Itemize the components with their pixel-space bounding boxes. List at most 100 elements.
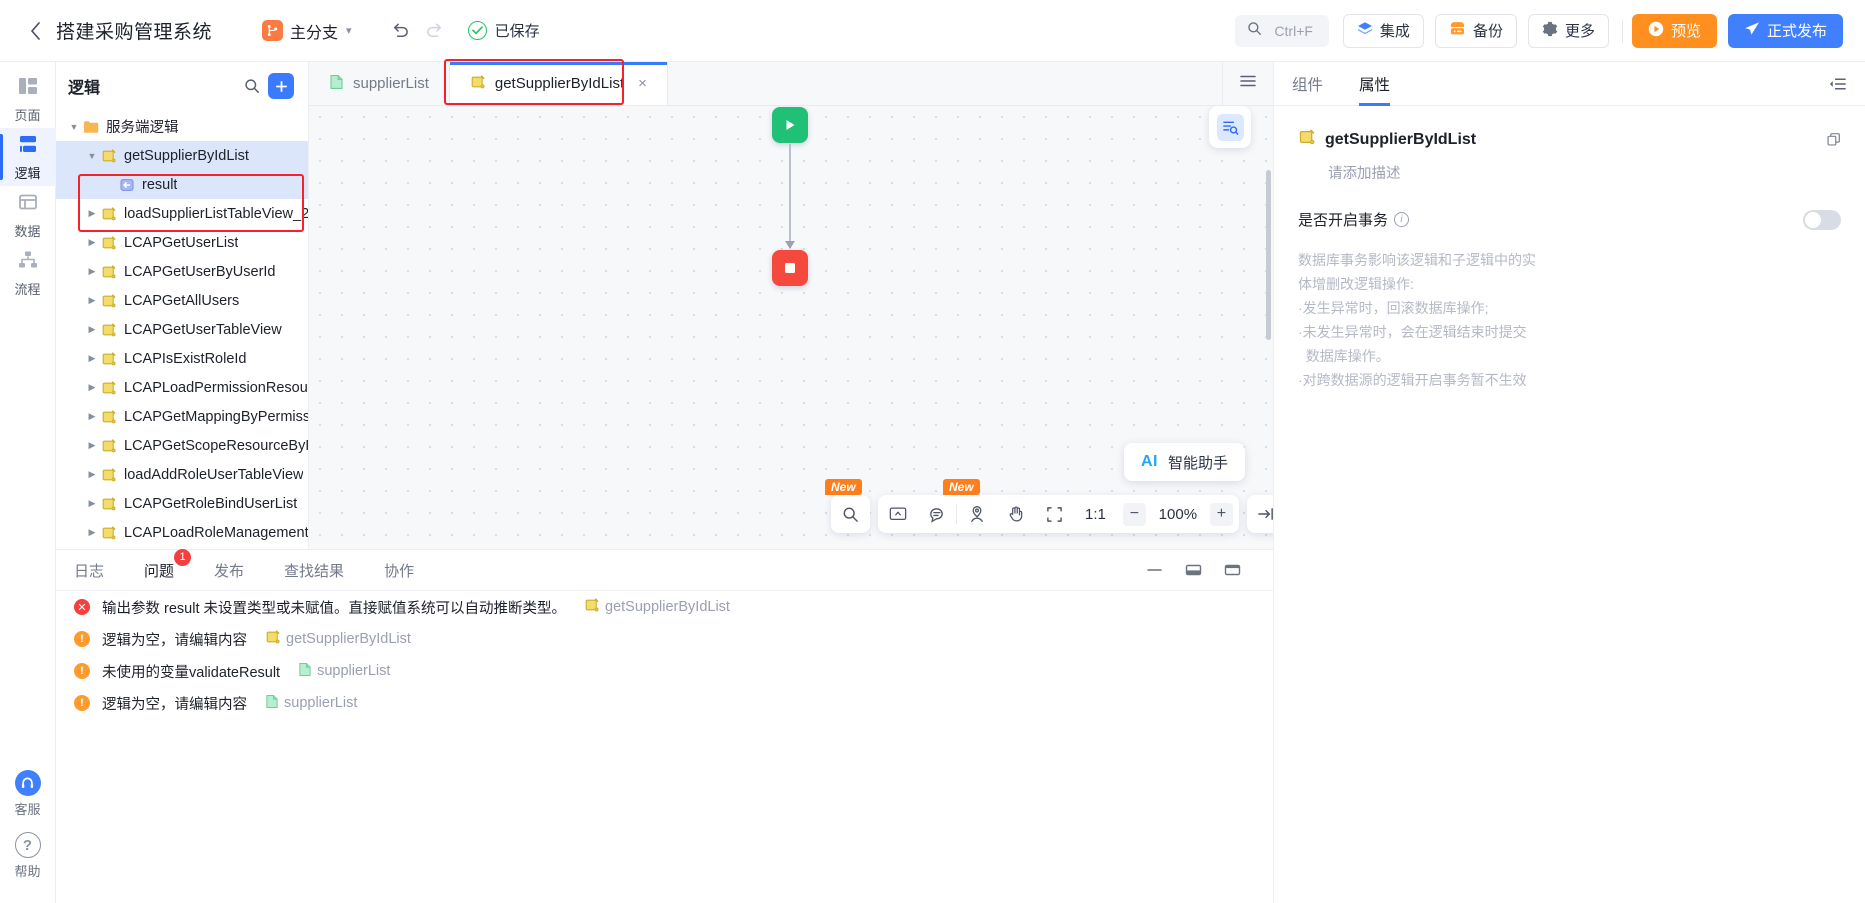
back-icon[interactable] — [22, 18, 48, 44]
twisty-icon[interactable]: ▶ — [84, 237, 100, 248]
tab-properties[interactable]: 属性 — [1359, 62, 1391, 106]
snapshot-icon[interactable] — [878, 495, 917, 533]
tree-item-LCAPGetScopeResourceByRoleI[interactable]: ▶ LCAPGetScopeResourceByRoleI — [56, 431, 308, 460]
tree-item-label: result — [142, 176, 178, 193]
tree-item-LCAPLoadPermissionResourceL[interactable]: ▶ LCAPLoadPermissionResourceL — [56, 373, 308, 402]
undo-icon[interactable] — [384, 14, 418, 48]
tree-item-服务端逻辑[interactable]: ▼ 服务端逻辑 — [56, 112, 308, 141]
sidebar-item-support[interactable]: 客服 — [0, 765, 56, 823]
twisty-icon[interactable]: ▶ — [84, 208, 100, 219]
sidebar-item-flow-label: 流程 — [14, 281, 41, 297]
bottom-tab-协作[interactable]: 协作 — [384, 560, 414, 581]
twisty-icon[interactable]: ▶ — [84, 440, 100, 451]
warning-icon: ! — [74, 695, 90, 711]
tree-item-LCAPLoadRoleManagementTab[interactable]: ▶ LCAPLoadRoleManagementTab — [56, 518, 308, 547]
twisty-icon[interactable]: ▼ — [84, 151, 100, 161]
tab-getSupplierByIdList[interactable]: getSupplierByIdList × — [449, 62, 668, 105]
twisty-icon[interactable]: ▶ — [84, 411, 100, 422]
sidebar-item-flow[interactable]: 流程 — [0, 244, 56, 302]
minimize-icon[interactable] — [1146, 565, 1163, 575]
redo-icon[interactable] — [418, 14, 452, 48]
canvas-vertical-scrollbar[interactable] — [1266, 170, 1271, 340]
end-node[interactable] — [772, 250, 808, 286]
fit-screen-icon[interactable] — [1035, 495, 1074, 533]
twisty-icon[interactable]: ▶ — [84, 382, 100, 393]
sidebar-item-pages[interactable]: 页面 — [0, 70, 56, 128]
tree-item-label: LCAPGetScopeResourceByRoleI — [124, 437, 308, 454]
tree-item-LCAPIsExistRoleId[interactable]: ▶ LCAPIsExistRoleId — [56, 344, 308, 373]
canvas-bottom-toolbar: New New 1:1 − 100% + — [825, 479, 1273, 533]
panel-collapse-icon[interactable] — [1828, 76, 1847, 92]
tree-item-LCAPGetUserList[interactable]: ▶ LCAPGetUserList — [56, 228, 308, 257]
twisty-icon[interactable]: ▼ — [66, 122, 82, 132]
issue-reference[interactable]: getSupplierByIdList — [584, 597, 730, 617]
restore-icon[interactable] — [1185, 564, 1202, 576]
search-icon[interactable] — [244, 78, 260, 94]
twisty-icon[interactable]: ▶ — [84, 324, 100, 335]
ai-assistant-button[interactable]: AI 智能助手 — [1123, 443, 1245, 481]
tree-item-LCAPGetUserTableView[interactable]: ▶ LCAPGetUserTableView — [56, 315, 308, 344]
sidebar-item-logic[interactable]: 逻辑 — [0, 128, 56, 186]
tree-item-LCAPGetMappingByPermission[interactable]: ▶ LCAPGetMappingByPermission — [56, 402, 308, 431]
tree-item-getSupplierByIdList[interactable]: ▼ getSupplierByIdList — [56, 141, 308, 170]
transaction-toggle[interactable] — [1803, 209, 1841, 230]
more-button[interactable]: 更多 — [1527, 13, 1609, 48]
issue-row[interactable]: ! 未使用的变量validateResult supplierList — [56, 655, 1273, 687]
page-title: 搭建采购管理系统 — [56, 22, 213, 43]
tree-item-loadAddRoleUserTableView[interactable]: ▶ loadAddRoleUserTableView — [56, 460, 308, 489]
tree-item-LCAPGetUserByUserId[interactable]: ▶ LCAPGetUserByUserId — [56, 257, 308, 286]
issue-reference[interactable]: supplierList — [298, 662, 390, 681]
tree-item-result[interactable]: result — [56, 170, 308, 199]
maximize-icon[interactable] — [1224, 564, 1241, 576]
comment-icon[interactable] — [917, 495, 956, 533]
collapse-right-icon[interactable] — [1247, 495, 1273, 533]
sidebar-item-pages-label: 页面 — [14, 107, 41, 123]
sidebar-item-data[interactable]: 数据 — [0, 186, 56, 244]
zoom-ratio-button[interactable]: 1:1 — [1074, 506, 1117, 523]
tabs-list-button[interactable] — [1222, 62, 1273, 105]
description-field[interactable]: 请添加描述 — [1328, 162, 1841, 183]
issue-reference[interactable]: supplierList — [265, 694, 357, 713]
branch-selector[interactable]: 主分支 ▾ — [262, 19, 352, 43]
issue-reference[interactable]: getSupplierByIdList — [265, 629, 411, 649]
search-input[interactable]: Ctrl+F — [1235, 14, 1329, 47]
locate-user-icon[interactable] — [957, 495, 996, 533]
minimap-toggle-button[interactable] — [1209, 106, 1251, 148]
twisty-icon[interactable]: ▶ — [84, 266, 100, 277]
tree-item-LCAPGetAllUsers[interactable]: ▶ LCAPGetAllUsers — [56, 286, 308, 315]
sidebar-item-help[interactable]: ? 帮助 — [0, 827, 56, 885]
twisty-icon[interactable]: ▶ — [84, 295, 100, 306]
backup-button[interactable]: 备份 — [1434, 13, 1517, 48]
publish-button[interactable]: 正式发布 — [1727, 13, 1843, 48]
twisty-icon[interactable]: ▶ — [84, 498, 100, 509]
twisty-icon[interactable]: ▶ — [84, 469, 100, 480]
copy-icon[interactable] — [1826, 132, 1841, 147]
info-icon[interactable]: i — [1394, 212, 1410, 227]
bottom-tab-发布[interactable]: 发布 — [214, 560, 244, 581]
logic-icon — [100, 438, 118, 454]
new-badge-snapshot: New — [825, 479, 862, 495]
issue-row[interactable]: ! 逻辑为空，请编辑内容 supplierList — [56, 687, 1273, 719]
tab-components[interactable]: 组件 — [1292, 62, 1323, 106]
zoom-in-button[interactable]: + — [1209, 502, 1233, 526]
add-logic-button[interactable] — [268, 73, 294, 99]
bottom-tab-日志[interactable]: 日志 — [74, 560, 104, 581]
twisty-icon[interactable]: ▶ — [84, 527, 100, 538]
bottom-tab-查找结果[interactable]: 查找结果 — [284, 560, 344, 581]
preview-button[interactable]: 预览 — [1631, 13, 1717, 48]
start-node[interactable] — [772, 107, 808, 143]
integration-button[interactable]: 集成 — [1342, 13, 1424, 48]
bottom-tab-问题[interactable]: 问题 1 — [144, 548, 192, 581]
canvas-search-icon[interactable] — [831, 495, 870, 533]
left-rail: 页面 逻辑 数据 流程 客服 ? 帮助 — [0, 62, 56, 903]
close-icon[interactable]: × — [638, 75, 647, 92]
zoom-out-button[interactable]: − — [1122, 502, 1146, 526]
hand-icon[interactable] — [996, 495, 1035, 533]
issue-row[interactable]: ✕ 输出参数 result 未设置类型或未赋值。直接赋值系统可以自动推断类型。 ge… — [56, 591, 1273, 623]
twisty-icon[interactable]: ▶ — [84, 353, 100, 364]
tab-supplierList[interactable]: supplierList — [309, 62, 450, 105]
tree-item-LCAPGetRoleBindUserList[interactable]: ▶ LCAPGetRoleBindUserList — [56, 489, 308, 518]
tree-item-loadSupplierListTableView_2[interactable]: ▶ loadSupplierListTableView_2 — [56, 199, 308, 228]
issue-row[interactable]: ! 逻辑为空，请编辑内容 getSupplierByIdList — [56, 623, 1273, 655]
logic-canvas[interactable]: AI 智能助手 New New 1:1 − 100% + — [309, 106, 1273, 549]
